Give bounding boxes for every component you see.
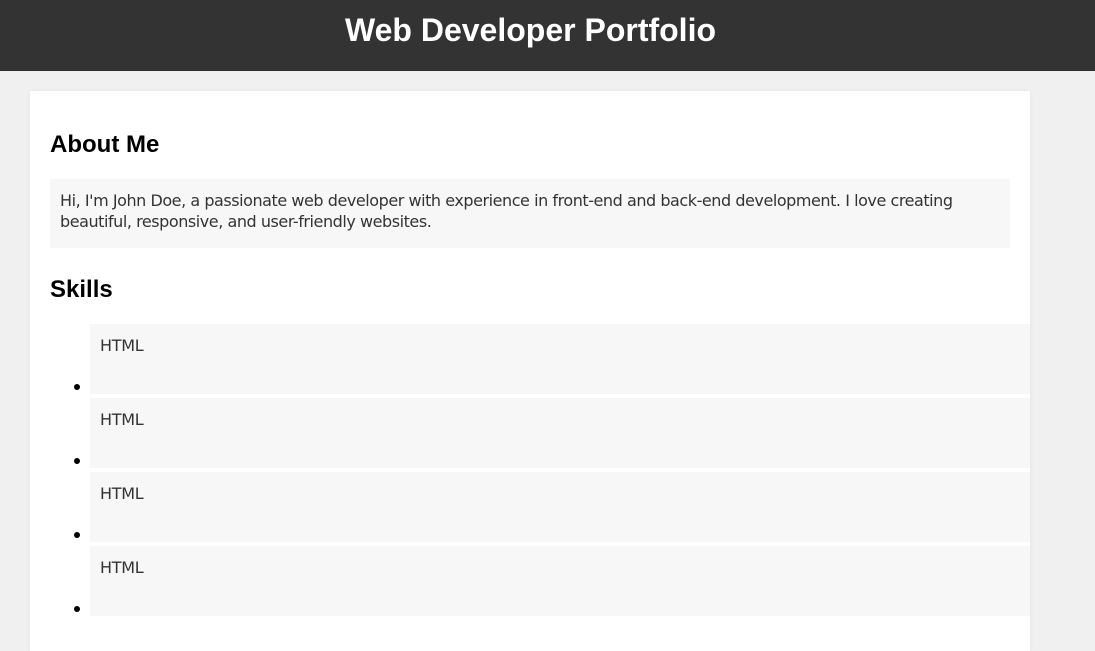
bullet-icon [74, 458, 80, 464]
content-container: About Me Hi, I'm John Doe, a passionate … [30, 91, 1030, 651]
bullet-icon [74, 606, 80, 612]
skill-item: HTML [74, 546, 1030, 616]
skill-label: HTML [100, 410, 144, 429]
page-title: Web Developer Portfolio [344, 11, 716, 48]
skills-heading: Skills [50, 276, 113, 303]
skill-item: HTML [74, 398, 1030, 468]
bullet-icon [74, 532, 80, 538]
skill-item: HTML [74, 472, 1030, 542]
skill-item: HTML [74, 324, 1030, 394]
skill-label: HTML [100, 336, 144, 355]
skill-label: HTML [100, 484, 144, 503]
site-header: Web Developer Portfolio [0, 0, 1095, 71]
skill-label: HTML [100, 558, 144, 577]
about-text: Hi, I'm John Doe, a passionate web devel… [50, 179, 1010, 248]
about-heading: About Me [50, 131, 160, 158]
bullet-icon [74, 384, 80, 390]
